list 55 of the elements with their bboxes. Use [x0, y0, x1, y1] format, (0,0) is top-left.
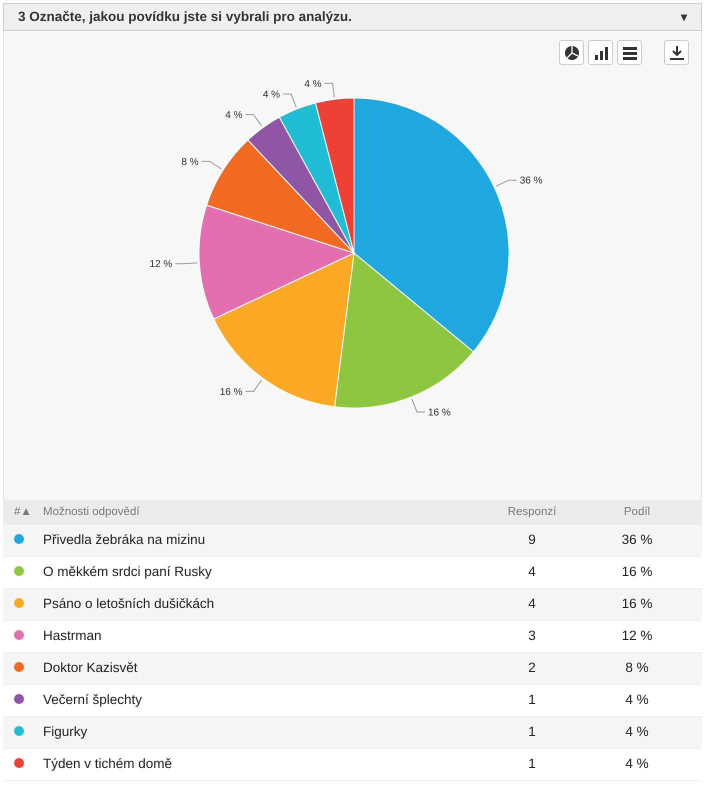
column-header[interactable]: #▲: [3, 504, 43, 522]
response-count: 2: [528, 660, 536, 676]
answer-text: O měkkém srdci paní Rusky: [43, 564, 212, 580]
data-label: 16 %: [428, 408, 451, 418]
table-icon: [622, 44, 638, 60]
answer-text: Večerní šplechty: [43, 692, 142, 708]
data-label: 4 %: [225, 110, 242, 122]
pie-chart-icon: [564, 44, 580, 60]
answer-text: Hastrman: [43, 628, 102, 644]
question-header[interactable]: 3 Označte, jakou povídku jste si vybrali pro analýzu. ▾: [3, 3, 702, 31]
response-count: 4: [528, 596, 536, 612]
response-count: 3: [528, 628, 536, 644]
answer-text: Doktor Kazisvět: [43, 660, 138, 676]
column-header[interactable]: Podíl: [592, 504, 702, 522]
data-label: 4 %: [262, 90, 280, 100]
share-percent: 8 %: [625, 660, 649, 676]
column-header[interactable]: Responzí: [472, 504, 592, 522]
column-header[interactable]: Možnosti odpovědí: [43, 504, 472, 522]
response-count: 1: [528, 692, 536, 708]
share-percent: 36 %: [622, 532, 652, 548]
download-button[interactable]: [664, 40, 689, 65]
answer-text: Přivedla žebráka na mizinu: [43, 532, 206, 548]
download-icon: [668, 44, 684, 60]
bar-chart-icon: [592, 44, 608, 60]
leader-line: [496, 180, 518, 187]
leader-line: [245, 114, 262, 126]
share-percent: 4 %: [625, 692, 649, 708]
response-count: 1: [528, 724, 536, 740]
share-percent: 16 %: [622, 564, 652, 580]
dropdown-toggle[interactable]: ▾: [681, 8, 687, 26]
share-percent: 4 %: [625, 756, 649, 772]
share-percent: 16 %: [622, 596, 652, 612]
leader-line: [174, 262, 198, 264]
answer-text: Psáno o letošních dušičkách: [43, 596, 214, 612]
leader-line: [411, 398, 426, 412]
response-count: 1: [528, 756, 536, 772]
bar-chart-button[interactable]: [588, 40, 613, 65]
data-label: 4 %: [304, 78, 322, 90]
leader-line: [282, 94, 297, 108]
response-count: 9: [528, 532, 536, 548]
response-count: 4: [528, 564, 536, 580]
share-percent: 12 %: [622, 628, 652, 644]
share-percent: 4 %: [625, 724, 649, 740]
leader-line: [324, 82, 335, 98]
leader-line: [201, 160, 222, 170]
leader-line: [245, 380, 262, 392]
table-button[interactable]: [617, 40, 642, 65]
data-label: 8 %: [181, 156, 199, 168]
answer-text: Figurky: [43, 724, 88, 740]
data-label: 16 %: [220, 386, 242, 398]
pie-chart-button[interactable]: [559, 40, 584, 65]
data-label: 36 %: [520, 176, 543, 187]
data-label: 12 %: [150, 259, 172, 270]
answer-text: Týden v tichém domě: [43, 756, 172, 772]
question-title: 3 Označte, jakou povídku jste si vybrali pro analýzu.: [18, 8, 352, 26]
